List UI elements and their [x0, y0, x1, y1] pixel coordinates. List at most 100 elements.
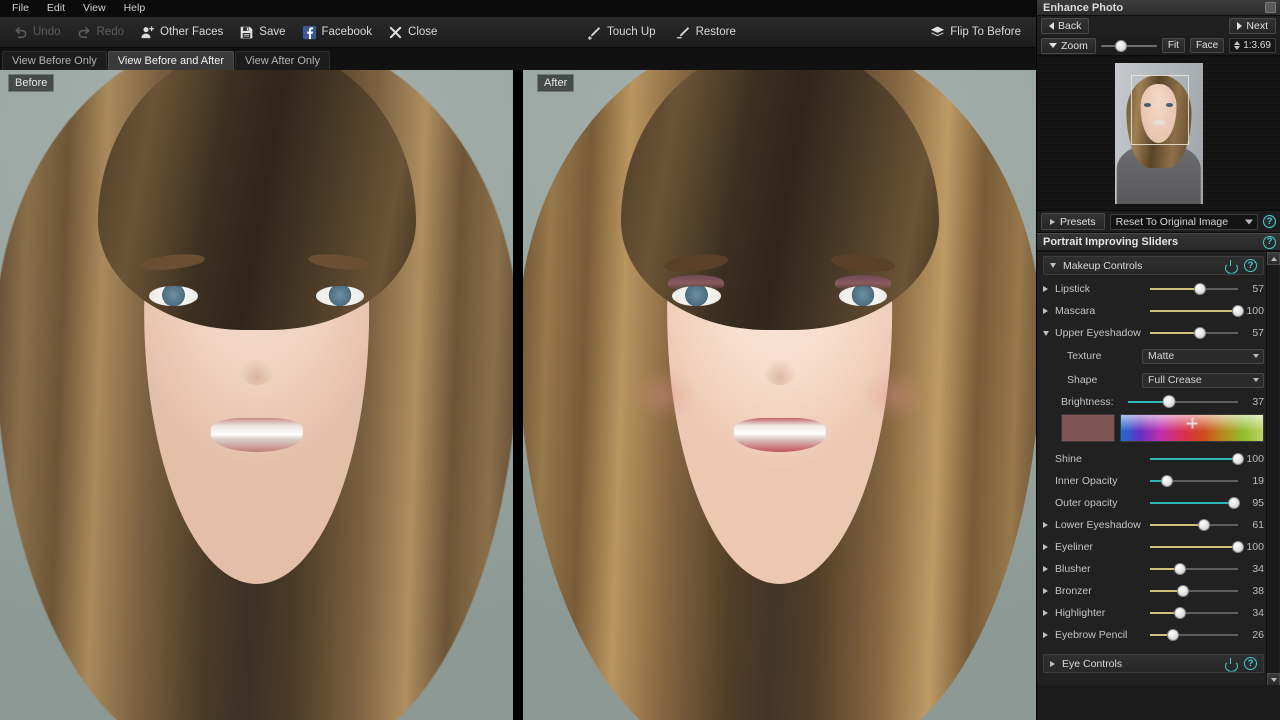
save-button[interactable]: Save: [232, 21, 292, 44]
tab-view-before-only[interactable]: View Before Only: [2, 51, 107, 70]
eye-controls-group-header[interactable]: Eye Controls ?: [1043, 654, 1264, 673]
color-gradient-picker[interactable]: [1120, 414, 1264, 442]
redo-button[interactable]: Redo: [70, 21, 132, 44]
tab-view-before-and-after[interactable]: View Before and After: [108, 51, 234, 70]
portrait-sliders-help-icon[interactable]: ?: [1263, 236, 1276, 249]
fit-button[interactable]: Fit: [1162, 38, 1185, 53]
scroll-up-button[interactable]: [1267, 252, 1280, 265]
slider-row-bronzer[interactable]: Bronzer 38: [1043, 580, 1264, 602]
slider-blusher[interactable]: [1150, 561, 1238, 577]
slider-list-scrollbar[interactable]: [1266, 252, 1279, 685]
makeup-help-icon[interactable]: ?: [1244, 259, 1257, 272]
shape-select[interactable]: Full Crease: [1142, 373, 1264, 388]
slider-bronzer[interactable]: [1150, 583, 1238, 599]
expand-arrow-lower-eyeshadow[interactable]: [1043, 522, 1055, 528]
menu-view[interactable]: View: [75, 0, 114, 17]
slider-row-lipstick[interactable]: Lipstick 57: [1043, 278, 1264, 300]
slider-upper-eyeshadow[interactable]: [1150, 325, 1238, 341]
flip-to-before-button[interactable]: Flip To Before: [923, 21, 1028, 44]
expand-arrow-mascara[interactable]: [1043, 308, 1055, 314]
slider-handle[interactable]: [1162, 395, 1175, 408]
next-button[interactable]: Next: [1229, 18, 1276, 34]
expand-arrow-blusher[interactable]: [1043, 566, 1055, 572]
close-button[interactable]: Close: [381, 21, 444, 44]
slider-mascara[interactable]: [1150, 303, 1238, 319]
makeup-controls-group-header[interactable]: Makeup Controls ?: [1043, 256, 1264, 275]
face-selection-box[interactable]: [1131, 75, 1189, 145]
before-photo-pane[interactable]: Before: [0, 70, 513, 720]
expand-arrow-eyebrow-pencil[interactable]: [1043, 632, 1055, 638]
slider-lower-eyeshadow[interactable]: [1150, 517, 1238, 533]
expand-arrow-bronzer[interactable]: [1043, 588, 1055, 594]
slider-handle[interactable]: [1167, 629, 1179, 641]
collapse-arrow-upper-eyeshadow[interactable]: [1043, 331, 1055, 336]
slider-handle[interactable]: [1194, 283, 1206, 295]
restore-button[interactable]: Restore: [669, 21, 743, 44]
slider-row-outer-opacity[interactable]: Outer opacity 95: [1043, 492, 1264, 514]
slider-handle[interactable]: [1228, 497, 1240, 509]
facebook-button[interactable]: Facebook: [295, 21, 380, 44]
scroll-down-button[interactable]: [1267, 673, 1280, 685]
preset-select[interactable]: Reset To Original Image: [1110, 214, 1258, 230]
expand-arrow-lipstick[interactable]: [1043, 286, 1055, 292]
slider-handle[interactable]: [1232, 453, 1244, 465]
presets-help-icon[interactable]: ?: [1263, 215, 1276, 228]
slider-row-eyebrow-pencil[interactable]: Eyebrow Pencil 26: [1043, 624, 1264, 646]
slider-handle[interactable]: [1198, 519, 1210, 531]
zoom-slider[interactable]: [1101, 39, 1157, 53]
zoom-slider-handle[interactable]: [1115, 40, 1127, 52]
restore-label: Restore: [696, 26, 736, 38]
slider-brightness[interactable]: [1128, 394, 1238, 410]
back-button[interactable]: Back: [1041, 18, 1089, 34]
texture-select[interactable]: Matte: [1142, 349, 1264, 364]
slider-handle[interactable]: [1232, 305, 1244, 317]
slider-handle[interactable]: [1194, 327, 1206, 339]
slider-row-upper-eyeshadow[interactable]: Upper Eyeshadow 57: [1043, 322, 1264, 344]
after-photo-pane[interactable]: After: [523, 70, 1036, 720]
slider-row-eyeliner[interactable]: Eyeliner 100: [1043, 536, 1264, 558]
slider-outer-opacity[interactable]: [1150, 495, 1238, 511]
presets-button[interactable]: Presets: [1041, 213, 1105, 230]
slider-handle[interactable]: [1174, 563, 1186, 575]
expand-arrow-eyeliner[interactable]: [1043, 544, 1055, 550]
slider-handle[interactable]: [1161, 475, 1173, 487]
face-button[interactable]: Face: [1190, 38, 1224, 53]
slider-row-highlighter[interactable]: Highlighter 34: [1043, 602, 1264, 624]
expand-arrow-highlighter[interactable]: [1043, 610, 1055, 616]
menu-edit[interactable]: Edit: [39, 0, 73, 17]
slider-row-blusher[interactable]: Blusher 34: [1043, 558, 1264, 580]
slider-row-lower-eyeshadow[interactable]: Lower Eyeshadow 61: [1043, 514, 1264, 536]
panel-title: Enhance Photo: [1043, 2, 1123, 14]
touch-up-button[interactable]: Touch Up: [580, 21, 663, 44]
thumbnail-preview[interactable]: [1037, 56, 1280, 211]
makeup-power-toggle-icon[interactable]: [1224, 259, 1237, 272]
slider-shine[interactable]: [1150, 451, 1238, 467]
slider-eyebrow-pencil[interactable]: [1150, 627, 1238, 643]
slider-handle[interactable]: [1174, 607, 1186, 619]
slider-row-shine[interactable]: Shine 100: [1043, 448, 1264, 470]
slider-handle[interactable]: [1232, 541, 1244, 553]
slider-row-mascara[interactable]: Mascara 100: [1043, 300, 1264, 322]
eye-controls-power-toggle-icon[interactable]: [1224, 657, 1237, 670]
slider-handle[interactable]: [1177, 585, 1189, 597]
slider-eyeliner[interactable]: [1150, 539, 1238, 555]
eye-controls-help-icon[interactable]: ?: [1244, 657, 1257, 670]
before-photo-image: [0, 70, 513, 720]
float-panel-icon[interactable]: [1265, 2, 1276, 13]
undo-button[interactable]: Undo: [6, 21, 68, 44]
slider-highlighter[interactable]: [1150, 605, 1238, 621]
slider-lipstick[interactable]: [1150, 281, 1238, 297]
tab-view-after-only[interactable]: View After Only: [235, 51, 330, 70]
zoom-ratio-stepper[interactable]: 1:3.69: [1229, 38, 1276, 53]
menu-file[interactable]: File: [4, 0, 37, 17]
zoom-dropdown-button[interactable]: Zoom: [1041, 38, 1096, 54]
other-faces-button[interactable]: Other Faces: [133, 21, 230, 44]
slider-row-inner-opacity[interactable]: Inner Opacity 19: [1043, 470, 1264, 492]
current-color-swatch[interactable]: [1061, 414, 1115, 442]
chevron-down-icon: [1253, 378, 1259, 382]
menu-help[interactable]: Help: [116, 0, 154, 17]
slider-row-brightness[interactable]: Brightness: 37: [1043, 392, 1264, 412]
cheek-left: [631, 369, 698, 421]
slider-inner-opacity[interactable]: [1150, 473, 1238, 489]
slider-value-lipstick: 57: [1238, 283, 1264, 295]
